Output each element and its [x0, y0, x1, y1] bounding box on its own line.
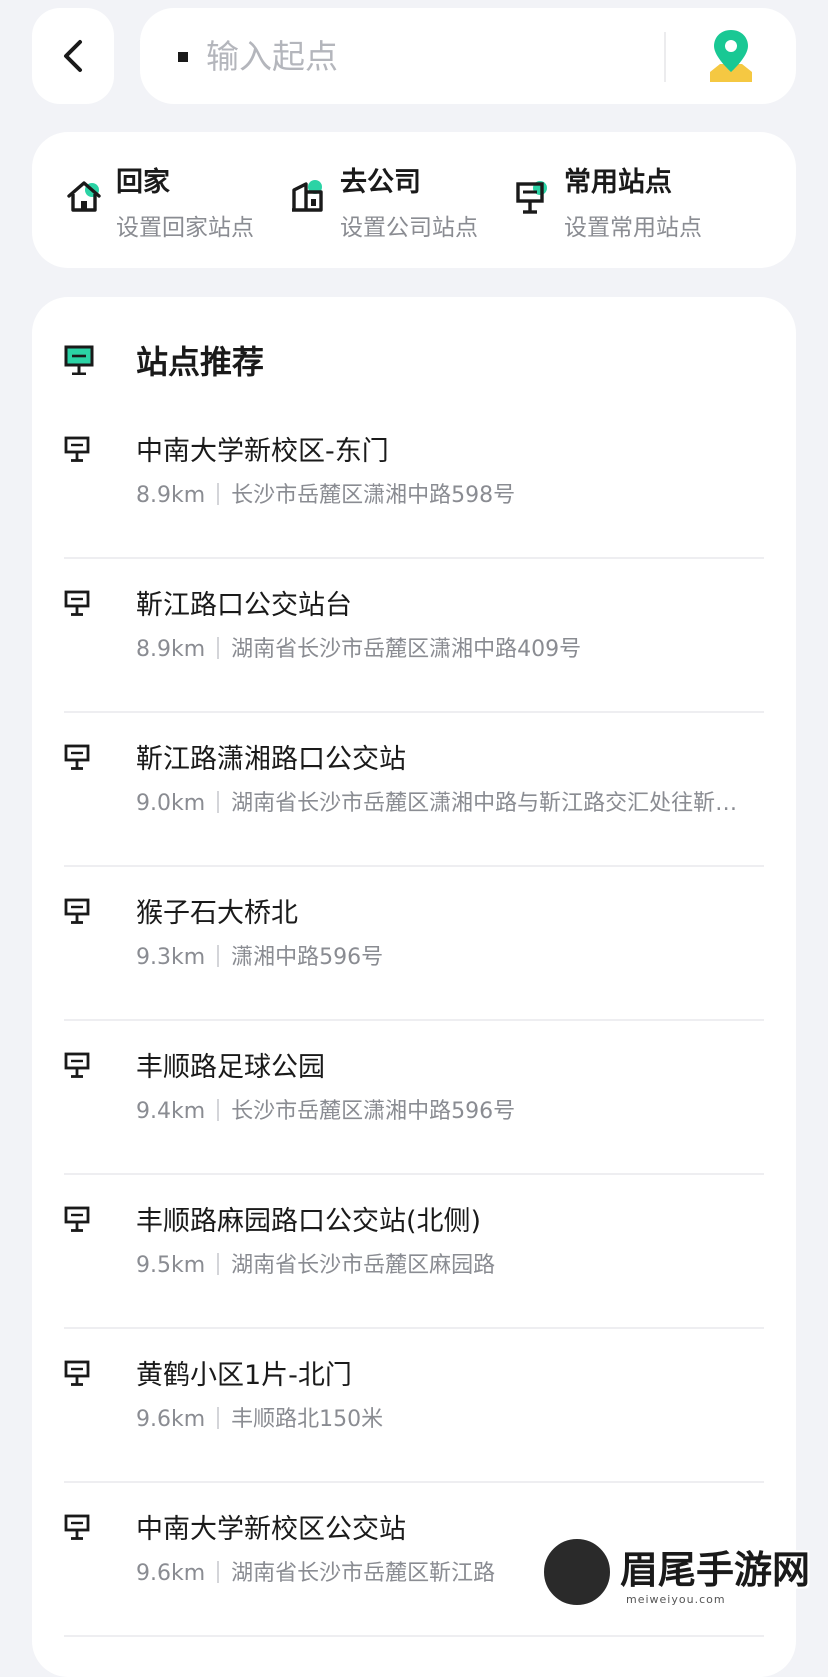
stop-address: 长沙市岳麓区潇湘中路598号 — [231, 483, 515, 508]
meta-separator — [217, 637, 219, 659]
stop-name: 丰顺路麻园路口公交站(北侧) — [136, 1199, 481, 1238]
stop-distance: 9.6km — [136, 1407, 205, 1432]
stop-list-item[interactable]: 丰顺路麻园路口公交站(北侧) 9.5km 湖南省长沙市岳麓区麻园路 — [64, 1175, 764, 1329]
shortcut-title: 回家 — [116, 160, 170, 199]
recommended-stops-card: 站点推荐 中南大学新校区-东门 8.9km 长沙市岳麓区潇湘中路598号 靳江路口… — [32, 297, 796, 1677]
stop-name: 靳江路口公交站台 — [136, 583, 352, 622]
stop-distance: 9.4km — [136, 1099, 205, 1124]
bus-stop-icon — [64, 436, 90, 462]
stop-address: 潇湘中路596号 — [231, 945, 383, 970]
meta-separator — [217, 483, 219, 505]
stop-list-item[interactable]: 丰顺路足球公园 9.4km 长沙市岳麓区潇湘中路596号 — [64, 1021, 764, 1175]
stop-list-item[interactable]: 靳江路潇湘路口公交站 9.0km 湖南省长沙市岳麓区潇湘中路与靳江路交汇处往靳… — [64, 713, 764, 867]
recommended-stop-list: 中南大学新校区-东门 8.9km 长沙市岳麓区潇湘中路598号 靳江路口公交站台 … — [64, 405, 764, 1637]
chevron-left-icon — [60, 38, 86, 74]
meta-separator — [217, 791, 219, 813]
top-bar — [32, 8, 796, 104]
stop-address: 湖南省长沙市岳麓区靳江路 — [231, 1561, 495, 1586]
map-pin-icon[interactable] — [706, 28, 756, 84]
watermark-text: 眉尾手游网 — [620, 1539, 810, 1594]
shortcut-subtitle: 设置公司站点 — [340, 208, 478, 242]
stop-meta: 9.3km 潇湘中路596号 — [136, 939, 754, 971]
bus-stop-sign-icon — [64, 345, 94, 375]
shortcut-frequent-stops[interactable]: 常用站点 设置常用站点 — [480, 132, 710, 268]
shortcut-office[interactable]: 去公司 设置公司站点 — [256, 132, 486, 268]
bus-stop-icon — [64, 590, 90, 616]
stop-meta: 9.6km 丰顺路北150米 — [136, 1401, 754, 1433]
stop-address: 湖南省长沙市岳麓区潇湘中路与靳江路交汇处往靳… — [231, 791, 737, 816]
stop-list-item[interactable]: 中南大学新校区-东门 8.9km 长沙市岳麓区潇湘中路598号 — [64, 405, 764, 559]
back-button[interactable] — [32, 8, 114, 104]
stop-distance: 8.9km — [136, 483, 205, 508]
start-point-search[interactable] — [140, 8, 796, 104]
meta-separator — [217, 1253, 219, 1275]
shortcut-home[interactable]: 回家 设置回家站点 — [32, 132, 262, 268]
watermark-logo-icon — [540, 1535, 614, 1609]
shortcut-subtitle: 设置回家站点 — [116, 208, 254, 242]
stop-meta: 8.9km 湖南省长沙市岳麓区潇湘中路409号 — [136, 631, 754, 663]
office-building-icon — [288, 176, 328, 216]
shortcut-title: 去公司 — [340, 160, 421, 199]
stop-name: 靳江路潇湘路口公交站 — [136, 737, 406, 776]
section-title: 站点推荐 — [136, 337, 264, 383]
shortcut-title: 常用站点 — [564, 160, 672, 199]
stop-list-item[interactable]: 黄鹤小区1片-北门 9.6km 丰顺路北150米 — [64, 1329, 764, 1483]
bus-stop-icon — [64, 898, 90, 924]
bus-stop-icon — [64, 1206, 90, 1232]
watermark-url: meiweiyou.com — [626, 1593, 726, 1606]
stop-meta: 8.9km 长沙市岳麓区潇湘中路598号 — [136, 477, 754, 509]
search-divider — [664, 32, 666, 82]
meta-separator — [217, 1561, 219, 1583]
stop-list-item[interactable]: 猴子石大桥北 9.3km 潇湘中路596号 — [64, 867, 764, 1021]
stop-address: 湖南省长沙市岳麓区麻园路 — [231, 1253, 495, 1278]
shortcut-subtitle: 设置常用站点 — [564, 208, 702, 242]
bus-stop-icon — [64, 1052, 90, 1078]
home-icon — [64, 176, 104, 216]
bus-stop-icon — [64, 1514, 90, 1540]
stop-name: 中南大学新校区-东门 — [136, 429, 389, 468]
stop-distance: 9.6km — [136, 1561, 205, 1586]
stop-distance: 9.3km — [136, 945, 205, 970]
stop-distance: 9.0km — [136, 791, 205, 816]
meta-separator — [217, 945, 219, 967]
start-point-marker-icon — [178, 52, 188, 62]
bus-stop-sign-icon — [512, 176, 552, 216]
stop-list-item[interactable]: 靳江路口公交站台 8.9km 湖南省长沙市岳麓区潇湘中路409号 — [64, 559, 764, 713]
stop-address: 长沙市岳麓区潇湘中路596号 — [231, 1099, 515, 1124]
stop-address: 湖南省长沙市岳麓区潇湘中路409号 — [231, 637, 581, 662]
stop-meta: 9.5km 湖南省长沙市岳麓区麻园路 — [136, 1247, 754, 1279]
stop-distance: 9.5km — [136, 1253, 205, 1278]
bus-stop-icon — [64, 1360, 90, 1386]
stop-name: 中南大学新校区公交站 — [136, 1507, 406, 1546]
site-watermark: 眉尾手游网 meiweiyou.com — [540, 1531, 810, 1615]
bus-stop-icon — [64, 744, 90, 770]
stop-name: 丰顺路足球公园 — [136, 1045, 325, 1084]
meta-separator — [217, 1407, 219, 1429]
stop-distance: 8.9km — [136, 637, 205, 662]
stop-meta: 9.0km 湖南省长沙市岳麓区潇湘中路与靳江路交汇处往靳… — [136, 785, 754, 817]
stop-name: 黄鹤小区1片-北门 — [136, 1353, 352, 1392]
stop-address: 丰顺路北150米 — [231, 1407, 383, 1432]
meta-separator — [217, 1099, 219, 1121]
shortcut-card: 回家 设置回家站点 去公司 设置公司站点 常用站点 设置常用站点 — [32, 132, 796, 268]
stop-name: 猴子石大桥北 — [136, 891, 298, 930]
stop-meta: 9.4km 长沙市岳麓区潇湘中路596号 — [136, 1093, 754, 1125]
start-point-input[interactable] — [206, 32, 626, 80]
